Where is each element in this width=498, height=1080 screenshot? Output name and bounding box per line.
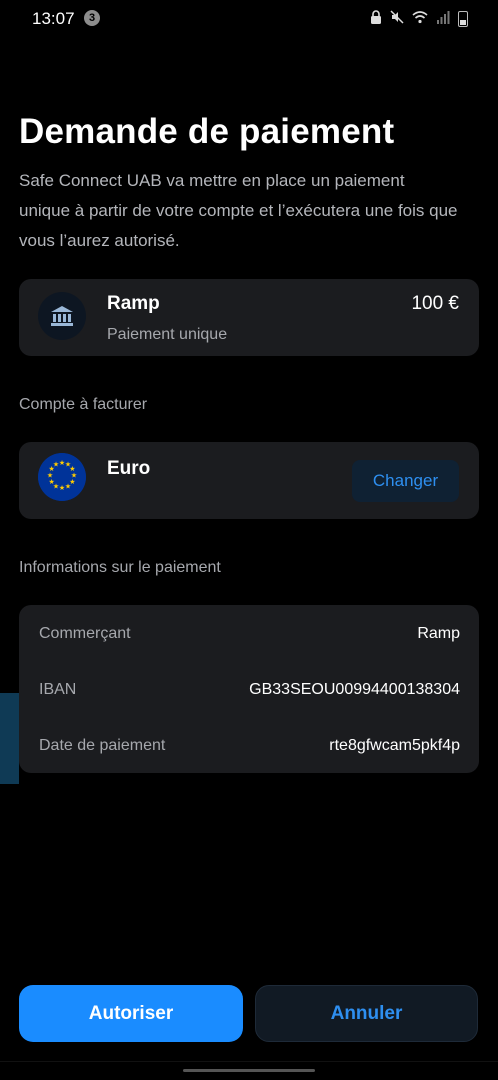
account-name: Euro: [107, 458, 151, 479]
info-row-iban: IBAN GB33SEOU00994400138304: [39, 681, 460, 705]
svg-text:★: ★: [59, 484, 65, 492]
info-row-merchant: Commerçant Ramp: [39, 625, 460, 649]
payment-amount: 100 €: [411, 293, 459, 314]
side-edge-handle[interactable]: [0, 693, 19, 784]
status-icons: [370, 10, 468, 27]
merchant-name: Ramp: [107, 293, 160, 314]
info-row-payment-date: Date de paiement rte8gfwcam5pkf4p: [39, 737, 460, 761]
account-card: ★ ★ ★ ★ ★ ★ ★ ★ ★ ★ ★ ★ Euro Changer: [19, 442, 479, 519]
wifi-icon: [412, 10, 428, 27]
payment-info-card: Commerçant Ramp IBAN GB33SEOU00994400138…: [19, 605, 479, 773]
svg-text:★: ★: [53, 461, 59, 469]
payment-type: Paiement unique: [107, 326, 228, 343]
change-account-button[interactable]: Changer: [352, 460, 459, 502]
authorize-button[interactable]: Autoriser: [19, 985, 243, 1042]
page-subtitle: Safe Connect UAB va mettre en place un p…: [19, 171, 458, 250]
signal-icon: [436, 10, 450, 27]
info-key: IBAN: [39, 681, 77, 698]
battery-icon: [458, 10, 468, 27]
mute-icon: [390, 10, 404, 27]
info-value: rte8gfwcam5pkf4p: [329, 737, 460, 754]
eu-flag-icon: ★ ★ ★ ★ ★ ★ ★ ★ ★ ★ ★ ★: [38, 453, 86, 501]
notification-count-badge: 3: [84, 10, 100, 26]
info-section-label: Informations sur le paiement: [19, 559, 221, 576]
page-title: Demande de paiement: [19, 112, 395, 151]
info-key: Commerçant: [39, 625, 131, 642]
status-time: 13:07: [32, 9, 75, 28]
info-value: GB33SEOU00994400138304: [249, 681, 460, 698]
status-bar: 13:07 3: [0, 0, 498, 40]
nav-divider: [0, 1061, 498, 1062]
info-value: Ramp: [417, 625, 460, 642]
lock-icon: [370, 10, 382, 27]
home-indicator[interactable]: [183, 1069, 315, 1072]
svg-text:★: ★: [65, 482, 71, 490]
merchant-card: Ramp Paiement unique 100 €: [19, 279, 479, 356]
account-section-label: Compte à facturer: [19, 396, 148, 413]
info-key: Date de paiement: [39, 737, 166, 754]
cancel-button[interactable]: Annuler: [255, 985, 478, 1042]
bank-icon: [38, 292, 86, 340]
